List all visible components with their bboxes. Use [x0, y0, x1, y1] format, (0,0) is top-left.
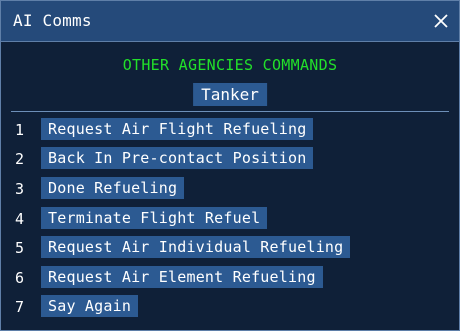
close-button[interactable] — [429, 9, 453, 33]
title-bar[interactable]: AI Comms — [1, 1, 459, 42]
command-item-3[interactable]: 3 Done Refueling — [1, 177, 459, 201]
command-label[interactable]: Say Again — [41, 295, 139, 317]
ai-comms-window: AI Comms OTHER AGENCIES COMMANDS Tanker … — [0, 0, 460, 331]
command-label[interactable]: Done Refueling — [41, 177, 185, 199]
command-item-5[interactable]: 5 Request Air Individual Refueling — [1, 236, 459, 260]
command-number: 7 — [15, 298, 25, 316]
command-number: 4 — [15, 210, 25, 228]
window-title: AI Comms — [13, 11, 92, 30]
command-item-1[interactable]: 1 Request Air Flight Refueling — [1, 118, 459, 142]
command-label[interactable]: Terminate Flight Refuel — [41, 207, 268, 229]
command-item-4[interactable]: 4 Terminate Flight Refuel — [1, 207, 459, 231]
command-number: 1 — [15, 121, 25, 139]
command-item-7[interactable]: 7 Say Again — [1, 295, 459, 319]
command-label[interactable]: Request Air Flight Refueling — [41, 118, 314, 140]
command-number: 5 — [15, 239, 25, 257]
divider — [11, 111, 449, 112]
category-label: Tanker — [193, 83, 267, 106]
command-number: 2 — [15, 150, 25, 168]
command-number: 6 — [15, 269, 25, 287]
section-title: OTHER AGENCIES COMMANDS — [122, 56, 338, 74]
command-label[interactable]: Request Air Individual Refueling — [41, 236, 351, 258]
command-number: 3 — [15, 180, 25, 198]
command-item-6[interactable]: 6 Request Air Element Refueling — [1, 266, 459, 290]
command-item-2[interactable]: 2 Back In Pre-contact Position — [1, 147, 459, 171]
command-label[interactable]: Request Air Element Refueling — [41, 266, 323, 288]
close-icon — [434, 14, 448, 28]
command-label[interactable]: Back In Pre-contact Position — [41, 147, 314, 169]
